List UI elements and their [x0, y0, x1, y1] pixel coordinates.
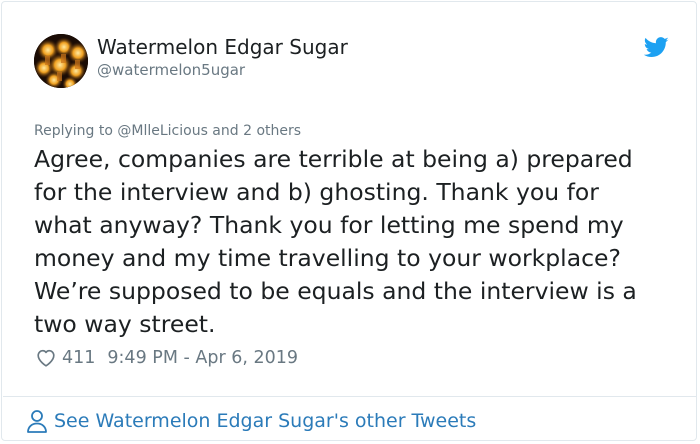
see-other-tweets-link[interactable]: See Watermelon Edgar Sugar's other Tweet… [26, 406, 476, 436]
tweet-timestamp[interactable]: 9:49 PM - Apr 6, 2019 [107, 348, 298, 368]
tweet-text-line: two way street. [34, 310, 216, 338]
footer-divider [3, 396, 697, 397]
tweet-text-line: money and my time travelling to your wor… [34, 244, 621, 272]
tweet-text-line: what anyway? Thank you for letting me sp… [34, 211, 624, 239]
embedded-tweet-card: Watermelon Edgar Sugar @watermelon5ugar … [1, 1, 697, 441]
author-display-name[interactable]: Watermelon Edgar Sugar [97, 34, 348, 60]
tweet-meta: 411 9:49 PM - Apr 6, 2019 [35, 345, 298, 371]
tweet-text: Agree, companies are terrible at being a… [34, 143, 664, 341]
tweet-text-line: for the interview and b) ghosting. Thank… [34, 178, 599, 206]
heart-icon[interactable] [35, 347, 57, 369]
tweet-text-line: We’re supposed to be equals and the inte… [34, 277, 637, 305]
twitter-bird-icon[interactable] [644, 37, 669, 58]
tweet-text-line: Agree, companies are terrible at being a… [34, 145, 633, 173]
like-count[interactable]: 411 [62, 348, 95, 368]
avatar-candles-image [34, 34, 88, 88]
avatar[interactable] [34, 34, 88, 88]
person-icon [27, 410, 47, 433]
reply-context[interactable]: Replying to @MlleLicious and 2 others [34, 122, 301, 140]
author-handle[interactable]: @watermelon5ugar [97, 60, 245, 80]
see-other-tweets-label[interactable]: See Watermelon Edgar Sugar's other Tweet… [54, 410, 476, 432]
